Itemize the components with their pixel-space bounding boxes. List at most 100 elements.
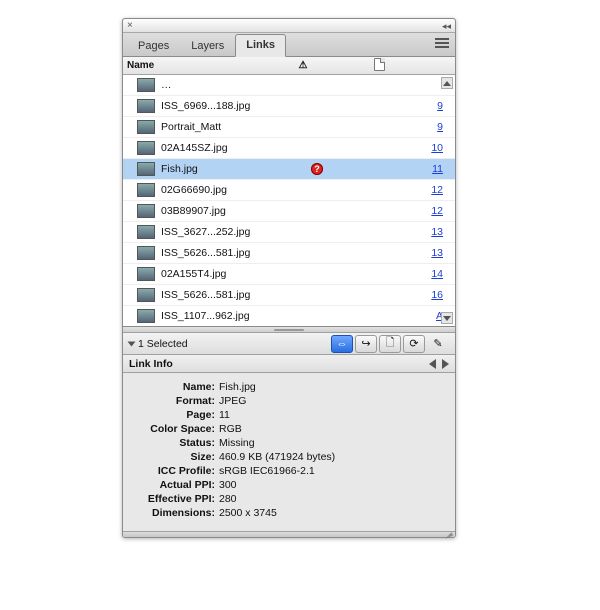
list-item[interactable]: 02G66690.jpg 12 <box>123 180 455 201</box>
collapse-icon[interactable]: ◂◂ <box>442 21 451 32</box>
file-name: ISS_1107...962.jpg <box>161 310 287 322</box>
chevron-down-icon <box>443 316 451 321</box>
value-size: 460.9 KB (471924 bytes) <box>219 451 447 463</box>
next-link-icon[interactable] <box>442 359 449 369</box>
list-item[interactable]: 02A145SZ.jpg 10 <box>123 138 455 159</box>
list-item[interactable]: Fish.jpg? 11 <box>123 159 455 180</box>
disclosure-icon[interactable] <box>128 341 136 346</box>
file-name: ISS_6969...188.jpg <box>161 100 287 112</box>
resize-handle[interactable] <box>445 528 453 536</box>
thumbnail <box>137 267 155 281</box>
file-name: 02G66690.jpg <box>161 184 287 196</box>
value-format: JPEG <box>219 395 447 407</box>
column-type[interactable] <box>333 58 425 74</box>
panel-titlebar[interactable]: × ◂◂ <box>123 19 455 33</box>
file-name: ISS_5626...581.jpg <box>161 289 287 301</box>
page-link[interactable]: 16 <box>425 289 455 301</box>
status-cell: ? <box>287 163 347 175</box>
label-page: Page: <box>131 409 219 421</box>
list-item[interactable]: 02A155T4.jpg 14 <box>123 264 455 285</box>
thumbnail <box>137 309 155 323</box>
page-link[interactable]: 11 <box>425 163 455 175</box>
value-colorspace: RGB <box>219 423 447 435</box>
page-icon <box>374 58 385 71</box>
status-bar: 1 Selected ⇔ ↪ 🗋 ⟳ ✎ <box>123 333 455 355</box>
column-name[interactable]: Name <box>123 60 273 71</box>
list-item[interactable]: Portrait_Matt 9 <box>123 117 455 138</box>
label-actualppi: Actual PPI: <box>131 479 219 491</box>
page-link[interactable]: 12 <box>425 205 455 217</box>
page-link[interactable]: 13 <box>425 247 455 259</box>
goto-link-button[interactable]: ↪ <box>355 335 377 353</box>
edit-original-button[interactable]: ✎ <box>427 335 449 353</box>
links-list: … ISS_6969...188.jpg 9 Portrait_Matt 9 02A145… <box>123 75 455 327</box>
page-link[interactable]: 10 <box>425 142 455 154</box>
page-link[interactable]: 14 <box>425 268 455 280</box>
page-link[interactable]: 12 <box>425 184 455 196</box>
value-name: Fish.jpg <box>219 381 447 393</box>
page-link[interactable]: 9 <box>425 121 455 133</box>
label-colorspace: Color Space: <box>131 423 219 435</box>
link-info-header: Link Info <box>123 355 455 373</box>
split-handle[interactable] <box>123 327 455 333</box>
column-status[interactable]: ⚠ <box>273 60 333 71</box>
file-name: 02A155T4.jpg <box>161 268 287 280</box>
value-effppi: 280 <box>219 493 447 505</box>
file-name: ISS_5626...581.jpg <box>161 247 287 259</box>
scroll-down-button[interactable] <box>441 312 453 324</box>
list-item[interactable]: 03B89907.jpg 12 <box>123 201 455 222</box>
thumbnail <box>137 288 155 302</box>
list-item[interactable]: ISS_1107...962.jpgA <box>123 306 455 327</box>
panel-footer <box>123 531 455 537</box>
label-size: Size: <box>131 451 219 463</box>
list-item[interactable]: ISS_3627...252.jpg 13 <box>123 222 455 243</box>
thumbnail <box>137 183 155 197</box>
panel-menu-icon[interactable] <box>435 38 449 50</box>
thumbnail <box>137 141 155 155</box>
relink-button[interactable]: ⇔ <box>331 335 353 353</box>
list-item[interactable]: ISS_5626...581.jpg 16 <box>123 285 455 306</box>
label-effppi: Effective PPI: <box>131 493 219 505</box>
page-link[interactable]: 9 <box>425 100 455 112</box>
file-name: Portrait_Matt <box>161 121 287 133</box>
tab-links[interactable]: Links <box>235 34 286 57</box>
link-info-title: Link Info <box>129 358 173 370</box>
value-dims: 2500 x 3745 <box>219 507 447 519</box>
thumbnail <box>137 162 155 176</box>
thumbnail <box>137 225 155 239</box>
missing-icon: ? <box>311 163 323 175</box>
list-item[interactable]: ISS_6969...188.jpg 9 <box>123 96 455 117</box>
value-status: Missing <box>219 437 447 449</box>
close-icon[interactable]: × <box>127 19 133 33</box>
label-status: Status: <box>131 437 219 449</box>
thumbnail <box>137 120 155 134</box>
tab-layers[interactable]: Layers <box>180 35 235 57</box>
link-toolbar: ⇔ ↪ 🗋 ⟳ ✎ <box>331 335 449 353</box>
thumbnail <box>137 204 155 218</box>
thumbnail <box>137 78 155 92</box>
file-name: 03B89907.jpg <box>161 205 287 217</box>
value-page: 11 <box>219 409 447 421</box>
link-info-body: Name:Fish.jpg Format:JPEG Page:11 Color … <box>123 373 455 531</box>
file-name: 02A145SZ.jpg <box>161 142 287 154</box>
file-name: Fish.jpg <box>161 163 287 175</box>
file-name: ISS_3627...252.jpg <box>161 226 287 238</box>
label-format: Format: <box>131 395 219 407</box>
thumbnail <box>137 246 155 260</box>
thumbnail <box>137 99 155 113</box>
value-actualppi: 300 <box>219 479 447 491</box>
file-name: … <box>161 79 287 91</box>
label-icc: ICC Profile: <box>131 465 219 477</box>
chevron-up-icon <box>443 81 451 86</box>
list-item[interactable]: ISS_5626...581.jpg 13 <box>123 243 455 264</box>
refresh-button[interactable]: ⟳ <box>403 335 425 353</box>
prev-link-icon[interactable] <box>429 359 436 369</box>
tab-pages[interactable]: Pages <box>127 35 180 57</box>
label-name: Name: <box>131 381 219 393</box>
update-link-button[interactable]: 🗋 <box>379 335 401 353</box>
page-link[interactable]: 13 <box>425 226 455 238</box>
label-dims: Dimensions: <box>131 507 219 519</box>
list-item[interactable]: … <box>123 75 455 96</box>
value-icc: sRGB IEC61966-2.1 <box>219 465 447 477</box>
scroll-up-button[interactable] <box>441 77 453 89</box>
